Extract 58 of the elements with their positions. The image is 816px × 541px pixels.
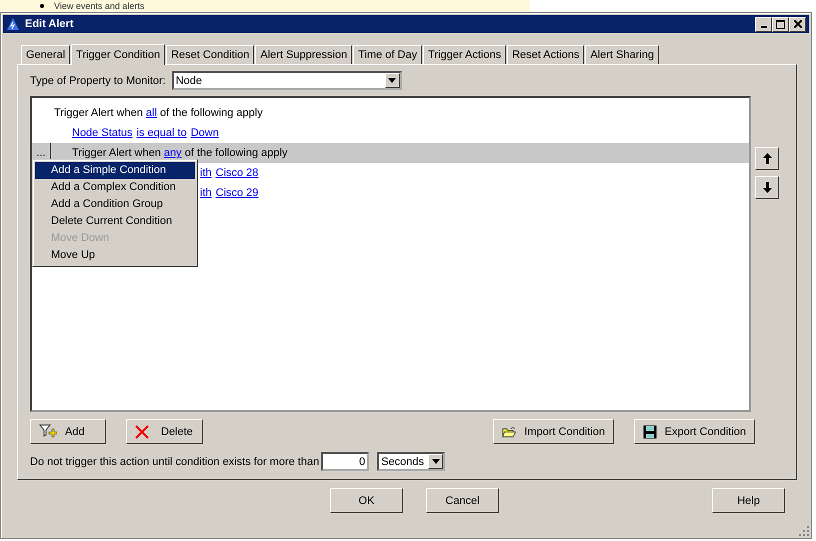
tab[interactable]: Reset Condition: [166, 45, 254, 64]
dialog-button[interactable]: Cancel: [426, 488, 499, 513]
condition-link[interactable]: all: [146, 107, 157, 119]
tab[interactable]: Alert Suppression: [255, 45, 352, 64]
dialog-button[interactable]: Help: [712, 488, 785, 513]
tab[interactable]: Trigger Condition: [71, 44, 166, 65]
dropdown-arrow-icon: [388, 78, 396, 83]
folder-icon: [502, 424, 516, 438]
condition-link[interactable]: any: [164, 147, 182, 159]
tab[interactable]: Reset Actions: [507, 45, 584, 64]
export-button[interactable]: Export Condition: [634, 419, 755, 444]
selected-row[interactable]: ... Trigger Alert when any of the following apply: [32, 143, 749, 163]
minimize-button[interactable]: [755, 16, 772, 32]
menu-item[interactable]: Delete Current Condition: [35, 213, 195, 230]
menu-item[interactable]: Add a Complex Condition: [35, 179, 195, 196]
unit-dropdown[interactable]: Seconds: [377, 452, 446, 471]
move-up-button[interactable]: [755, 147, 779, 170]
tab[interactable]: Trigger Actions: [423, 45, 506, 64]
tab[interactable]: General: [21, 45, 70, 64]
up-arrow-icon: [762, 153, 772, 164]
condition-link[interactable]: ith: [200, 167, 212, 179]
delay-field[interactable]: 0: [321, 452, 370, 471]
resize-grip-icon: [798, 525, 809, 536]
field-label: Type of Property to Monitor:: [30, 74, 166, 86]
app-icon: [7, 18, 19, 30]
tab[interactable]: Alert Sharing: [585, 45, 659, 64]
cross-icon: [135, 424, 149, 438]
import-button[interactable]: Import Condition: [493, 419, 614, 444]
maximize-icon: [776, 20, 785, 28]
background-text: View events and alerts: [54, 1, 144, 11]
property-dropdown[interactable]: Node: [172, 71, 402, 90]
dialog-button[interactable]: OK: [330, 488, 403, 513]
menu-item[interactable]: Add a Simple Condition: [35, 162, 195, 179]
down-arrow-icon: [762, 182, 772, 193]
condition-link[interactable]: ith: [200, 187, 212, 199]
window-title: Edit Alert: [25, 18, 74, 30]
add-button[interactable]: Add: [30, 419, 106, 444]
close-icon: [794, 20, 802, 28]
bullet-icon: [40, 4, 44, 8]
condition-link[interactable]: Node Status: [72, 127, 133, 139]
condition-text: Trigger Alert when: [54, 107, 144, 119]
delete-button[interactable]: Delete: [126, 419, 203, 444]
menu-item[interactable]: Move Up: [35, 247, 195, 264]
condition-link[interactable]: is equal to: [136, 127, 187, 139]
condition-link[interactable]: Cisco 28: [216, 167, 258, 179]
delay-label: Do not trigger this action until condition exists for more than: [30, 456, 320, 468]
condition-text: of the following apply: [158, 107, 263, 119]
maximize-button[interactable]: [772, 16, 789, 32]
menu-item[interactable]: Add a Condition Group: [35, 196, 195, 213]
condition-link[interactable]: Cisco 29: [216, 187, 258, 199]
move-down-button[interactable]: [755, 176, 779, 199]
tab[interactable]: Time of Day: [353, 45, 422, 64]
condition-text: of the following apply: [184, 147, 288, 159]
condition-link[interactable]: Down: [190, 127, 219, 139]
filter-plus-icon: [39, 424, 57, 440]
close-button[interactable]: [789, 16, 806, 32]
dropdown-arrow-icon: [432, 459, 440, 464]
condition-text: Trigger Alert when: [72, 147, 162, 159]
